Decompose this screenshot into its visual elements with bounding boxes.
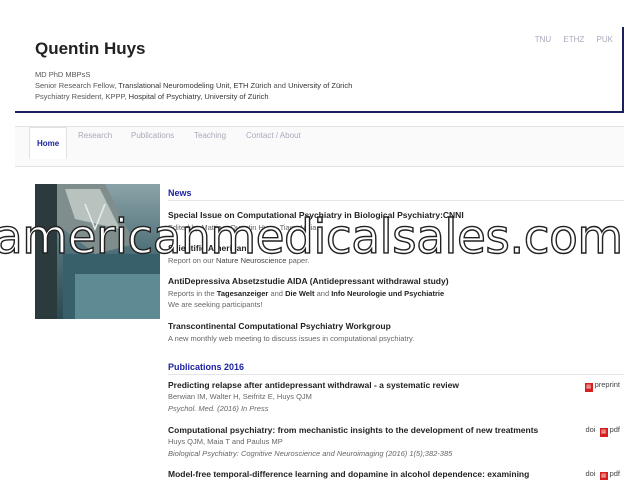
pub-authors-2: Huys QJM, Maia T and Paulus MP: [168, 437, 283, 446]
news-text-3e: and: [316, 289, 330, 298]
tab-publications[interactable]: Publications: [131, 131, 174, 140]
divider: [168, 200, 624, 201]
pub-title-2[interactable]: Computational psychiatry: from mechanist…: [168, 425, 538, 435]
news-text-4: A new monthly web meeting to discuss iss…: [168, 334, 415, 343]
doi-link[interactable]: doi: [585, 425, 595, 434]
preprint-link[interactable]: ▤ preprint: [583, 380, 620, 392]
tab-home[interactable]: Home: [29, 127, 68, 159]
uzh-link[interactable]: University of Zürich: [288, 81, 352, 90]
die-welt-link[interactable]: Die Welt: [285, 289, 314, 298]
affiliation-and: and: [273, 81, 286, 90]
tab-teaching[interactable]: Teaching: [194, 131, 226, 140]
news-title-3[interactable]: AntiDepressiva Absetzstudie AIDA (Antide…: [168, 276, 449, 286]
affiliation-role: Senior Research Fellow,: [35, 81, 117, 90]
affiliation-role-2: Psychiatry Resident, KPPP,: [35, 92, 127, 101]
degrees: MD PhD MBPsS: [35, 70, 91, 79]
doi-link[interactable]: doi: [585, 469, 595, 478]
affiliation-line-2: Psychiatry Resident, KPPP, Hospital of P…: [35, 92, 269, 101]
watermark-text: americanmedicalsales.com: [0, 209, 624, 265]
ethz-top-link[interactable]: ETHZ: [563, 35, 584, 44]
news-title-4[interactable]: Transcontinental Computational Psychiatr…: [168, 321, 391, 331]
tnu-top-link[interactable]: TNU: [535, 35, 551, 44]
pub-journal-1: Psychol. Med. (2016) In Press: [168, 404, 269, 413]
pdf-link[interactable]: pdf: [610, 425, 620, 434]
news-text-3c: and: [270, 289, 283, 298]
tab-research[interactable]: Research: [78, 131, 112, 140]
divider: [168, 374, 624, 375]
preprint-label: preprint: [594, 380, 620, 389]
page-title: Quentin Huys: [35, 39, 146, 58]
puk-top-link[interactable]: PUK: [597, 35, 613, 44]
news-text-3a: Reports in the: [168, 289, 215, 298]
tagesanzeiger-link[interactable]: Tagesanzeiger: [217, 289, 269, 298]
pub-authors-1: Berwian IM, Walter H, Seifritz E, Huys Q…: [168, 392, 312, 401]
pub-journal-2: Biological Psychiatry: Cognitive Neurosc…: [168, 449, 453, 458]
news-text-3-2: We are seeking participants!: [168, 300, 263, 309]
publications-heading: Publications 2016: [168, 362, 245, 372]
news-text-3: Reports in the Tagesanzeiger and Die Wel…: [168, 289, 444, 298]
pub-links-2: doi ▤ pdf: [585, 425, 620, 437]
top-links: TNU ETHZ PUK: [525, 35, 613, 44]
pdf-icon: ▤: [599, 472, 608, 480]
pub-title-1[interactable]: Predicting relapse after antidepressant …: [168, 380, 459, 390]
affiliation-line-1: Senior Research Fellow, Translational Ne…: [35, 81, 352, 90]
info-neurologie-link[interactable]: Info Neurologie und Psychiatrie: [331, 289, 444, 298]
pdf-icon: ▤: [599, 428, 608, 437]
hospital-link[interactable]: Hospital of Psychiatry, University of Zü…: [129, 92, 269, 101]
pub-title-3[interactable]: Model-free temporal-difference learning …: [168, 469, 529, 479]
news-heading: News: [168, 188, 192, 198]
pdf-icon: ▤: [584, 383, 593, 392]
tnu-link[interactable]: Translational Neuromodeling Unit, ETH Zü…: [118, 81, 271, 90]
pub-links-3: doi ▤ pdf: [585, 469, 620, 480]
tab-contact[interactable]: Contact / About: [246, 131, 301, 140]
pdf-link[interactable]: pdf: [610, 469, 620, 478]
